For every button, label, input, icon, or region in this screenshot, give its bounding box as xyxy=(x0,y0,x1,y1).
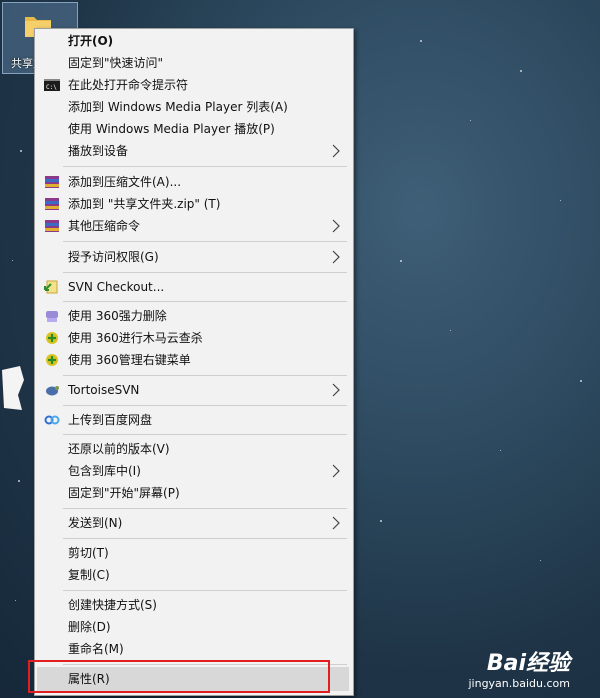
menu-item-delete[interactable]: 删除(D) xyxy=(37,616,349,638)
menu-item-360-trojan-scan[interactable]: 使用 360进行木马云查杀 xyxy=(37,327,349,349)
360-icon xyxy=(46,354,58,366)
watermark-logo: Bai经验 xyxy=(486,651,570,676)
tortoise-icon xyxy=(46,386,59,396)
baidu-pan-icon xyxy=(44,415,60,425)
context-menu: 打开(O) 固定到"快速访问" C:\ 在此处打开命令提示符 添加到 Windo… xyxy=(34,28,354,696)
menu-separator xyxy=(63,301,347,302)
menu-item-360-force-delete[interactable]: 使用 360强力删除 xyxy=(37,305,349,327)
menu-separator xyxy=(63,538,347,539)
menu-separator xyxy=(63,590,347,591)
baidu-jingyan-watermark: Bai经验 jingyan.baidu.com xyxy=(468,645,570,690)
chevron-right-icon xyxy=(332,383,340,397)
white-brush-mark xyxy=(2,366,24,410)
winrar-icon xyxy=(45,176,59,188)
menu-item-open[interactable]: 打开(O) xyxy=(37,30,349,52)
menu-separator xyxy=(63,272,347,273)
winrar-icon xyxy=(45,198,59,210)
menu-separator xyxy=(63,508,347,509)
menu-separator xyxy=(63,375,347,376)
chevron-right-icon xyxy=(332,219,340,233)
menu-item-upload-baidu-pan[interactable]: 上传到百度网盘 xyxy=(37,409,349,431)
menu-item-cast-to-device[interactable]: 播放到设备 xyxy=(37,140,349,162)
command-prompt-icon: C:\ xyxy=(44,79,60,91)
menu-item-include-in-library[interactable]: 包含到库中(I) xyxy=(37,460,349,482)
svn-checkout-icon xyxy=(44,280,58,294)
chevron-right-icon xyxy=(332,464,340,478)
chevron-right-icon xyxy=(332,144,340,158)
svg-text:C:\: C:\ xyxy=(46,84,57,91)
highlight-annotation-box xyxy=(28,660,330,693)
menu-separator xyxy=(63,405,347,406)
menu-separator xyxy=(63,434,347,435)
menu-item-add-to-zip[interactable]: 添加到 "共享文件夹.zip" (T) xyxy=(37,193,349,215)
menu-item-rename[interactable]: 重命名(M) xyxy=(37,638,349,660)
menu-item-give-access[interactable]: 授予访问权限(G) xyxy=(37,246,349,268)
menu-item-send-to[interactable]: 发送到(N) xyxy=(37,512,349,534)
menu-item-create-shortcut[interactable]: 创建快捷方式(S) xyxy=(37,594,349,616)
menu-item-copy[interactable]: 复制(C) xyxy=(37,564,349,586)
menu-item-tortoisesvn[interactable]: TortoiseSVN xyxy=(37,379,349,401)
menu-item-restore-previous-versions[interactable]: 还原以前的版本(V) xyxy=(37,438,349,460)
menu-item-pin-quick-access[interactable]: 固定到"快速访问" xyxy=(37,52,349,74)
menu-item-360-manage-menu[interactable]: 使用 360管理右键菜单 xyxy=(37,349,349,371)
shredder-icon xyxy=(46,311,58,322)
menu-separator xyxy=(63,166,347,167)
360-icon xyxy=(46,332,58,344)
menu-item-other-compress[interactable]: 其他压缩命令 xyxy=(37,215,349,237)
menu-item-open-command-prompt[interactable]: C:\ 在此处打开命令提示符 xyxy=(37,74,349,96)
chevron-right-icon xyxy=(332,516,340,530)
menu-item-add-to-wmp-list[interactable]: 添加到 Windows Media Player 列表(A) xyxy=(37,96,349,118)
menu-item-pin-to-start[interactable]: 固定到"开始"屏幕(P) xyxy=(37,482,349,504)
menu-item-svn-checkout[interactable]: SVN Checkout... xyxy=(37,276,349,298)
menu-item-cut[interactable]: 剪切(T) xyxy=(37,542,349,564)
watermark-url: jingyan.baidu.com xyxy=(468,677,570,690)
menu-separator xyxy=(63,241,347,242)
menu-item-play-with-wmp[interactable]: 使用 Windows Media Player 播放(P) xyxy=(37,118,349,140)
menu-item-add-to-archive[interactable]: 添加到压缩文件(A)... xyxy=(37,171,349,193)
chevron-right-icon xyxy=(332,250,340,264)
winrar-icon xyxy=(45,220,59,232)
